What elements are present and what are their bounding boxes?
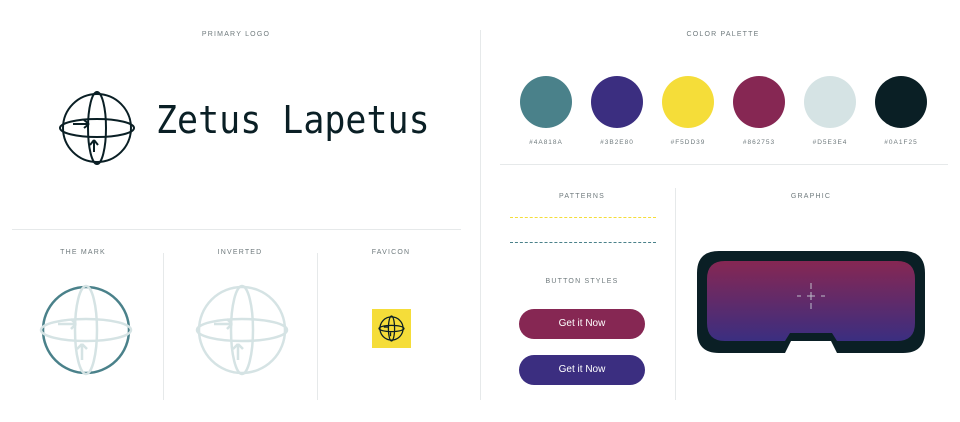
swatch-navy xyxy=(875,76,927,128)
swatch-label-2: #3B2E80 xyxy=(600,139,634,146)
swatch-yellow xyxy=(662,76,714,128)
brand-wordmark: Zetus Lapetus xyxy=(156,98,430,142)
section-label-color-palette: COLOR PALETTE xyxy=(686,31,760,38)
primary-logo-mark-icon xyxy=(59,91,135,165)
get-it-now-button-secondary[interactable]: Get it Now xyxy=(519,355,645,385)
swatch-pale-teal xyxy=(804,76,856,128)
swatch-label-4: #862753 xyxy=(742,139,776,146)
section-label-inverted: INVERTED xyxy=(217,249,263,256)
swatch-label-5: #D5E3E4 xyxy=(812,139,848,146)
divider-patterns-graphic xyxy=(675,188,676,400)
section-label-graphic: GRAPHIC xyxy=(790,193,832,200)
swatch-label-6: #0A1F25 xyxy=(884,139,918,146)
swatch-teal xyxy=(520,76,572,128)
swatch-label-1: #4A818A xyxy=(529,139,563,146)
section-label-button-styles: BUTTON STYLES xyxy=(545,278,619,285)
section-label-primary-logo: PRIMARY LOGO xyxy=(201,31,271,38)
divider-palette-bottom xyxy=(500,164,948,165)
pattern-line-teal xyxy=(510,242,656,243)
section-label-the-mark: THE MARK xyxy=(60,249,106,256)
divider-logo-bottom xyxy=(12,229,461,230)
favicon-tile xyxy=(372,309,411,348)
section-label-patterns: PATTERNS xyxy=(559,193,605,200)
pattern-line-yellow xyxy=(510,217,656,218)
swatch-label-3: #F5DD39 xyxy=(670,139,706,146)
divider-main-vertical xyxy=(480,30,481,400)
the-mark-icon xyxy=(39,284,133,376)
section-label-favicon: FAVICON xyxy=(371,249,411,256)
swatch-magenta xyxy=(733,76,785,128)
divider-inverted-favicon xyxy=(317,253,318,400)
swatch-indigo xyxy=(591,76,643,128)
inverted-mark-icon xyxy=(195,284,289,376)
divider-mark-inverted xyxy=(163,253,164,400)
favicon-globe-icon xyxy=(378,315,405,342)
goggles-graphic xyxy=(697,251,925,353)
get-it-now-button-primary[interactable]: Get it Now xyxy=(519,309,645,339)
